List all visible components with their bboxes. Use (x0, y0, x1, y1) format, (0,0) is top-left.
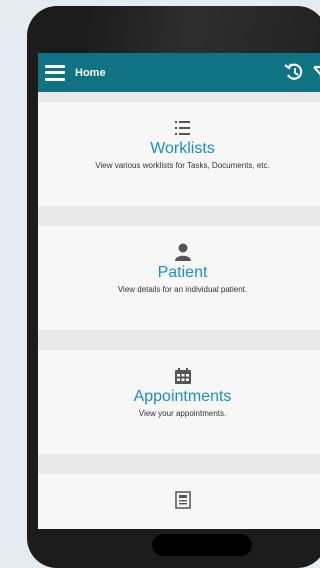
page-title: Home (75, 66, 106, 79)
patient-label: Patient (157, 264, 208, 281)
appointments-label: Appointments (133, 388, 232, 405)
app-bar: Home (38, 53, 320, 92)
phone-frame: Home Worklists View various worklists fo… (27, 6, 320, 568)
patient-card[interactable]: Patient View details for an individual p… (38, 226, 320, 330)
home-button[interactable] (152, 534, 252, 556)
history-icon[interactable] (283, 62, 305, 82)
filter-icon[interactable] (313, 62, 320, 82)
worklists-card[interactable]: Worklists View various worklists for Tas… (38, 102, 320, 206)
app-screen: Home Worklists View various worklists fo… (38, 53, 320, 529)
newspaper-icon (174, 491, 191, 509)
person-icon (174, 243, 191, 261)
list-icon (174, 121, 190, 135)
hamburger-icon[interactable] (45, 64, 65, 81)
app-bar-actions (283, 62, 320, 82)
appointments-card[interactable]: Appointments View your appointments. (38, 350, 320, 454)
fourth-card[interactable] (38, 474, 320, 529)
appointments-description: View your appointments. (138, 409, 227, 418)
worklists-description: View various worklists for Tasks, Docume… (95, 161, 270, 170)
worklists-label: Worklists (150, 140, 215, 157)
calendar-icon (174, 368, 191, 384)
patient-description: View details for an individual patient. (117, 285, 248, 294)
card-list: Worklists View various worklists for Tas… (38, 92, 320, 529)
